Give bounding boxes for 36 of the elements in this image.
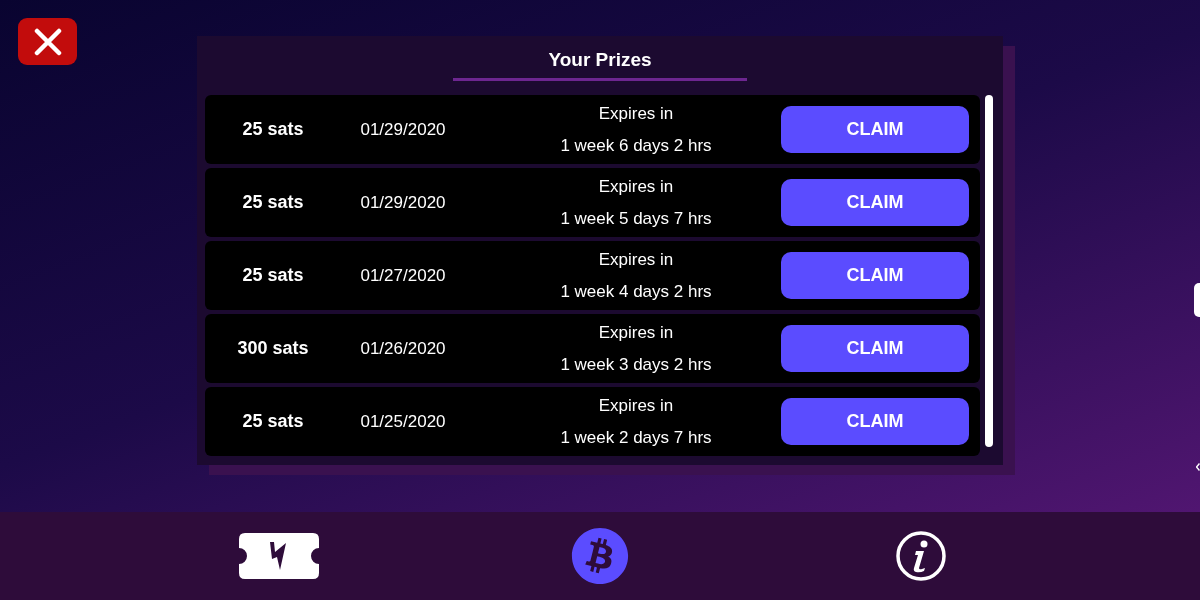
- expires-label: Expires in: [598, 102, 674, 125]
- expires-time: 1 week 3 days 2 hrs: [560, 353, 712, 376]
- chevron-left-icon[interactable]: [1196, 463, 1200, 471]
- expires-label: Expires in: [598, 321, 674, 344]
- close-icon: [33, 27, 62, 56]
- claim-button[interactable]: CLAIM: [781, 325, 969, 372]
- panel-title: Your Prizes: [548, 48, 652, 72]
- expires-time: 1 week 2 days 7 hrs: [560, 426, 712, 449]
- expires-time: 1 week 4 days 2 hrs: [560, 280, 712, 303]
- prize-amount: 25 sats: [242, 191, 304, 214]
- scrollbar-thumb[interactable]: [985, 95, 993, 447]
- prize-date: 01/29/2020: [360, 191, 446, 214]
- prize-amount: 25 sats: [242, 410, 304, 433]
- info-icon: [896, 531, 946, 581]
- prize-date: 01/26/2020: [360, 337, 446, 360]
- expires-time: 1 week 5 days 7 hrs: [560, 207, 712, 230]
- claim-button[interactable]: CLAIM: [781, 252, 969, 299]
- claim-button[interactable]: CLAIM: [781, 179, 969, 226]
- prize-date: 01/25/2020: [360, 410, 446, 433]
- prize-date: 01/27/2020: [360, 264, 446, 287]
- expires-label: Expires in: [598, 175, 674, 198]
- bitcoin-icon: [571, 527, 629, 585]
- claim-button[interactable]: CLAIM: [781, 106, 969, 153]
- info-nav-button[interactable]: [894, 529, 948, 583]
- ticket-nav-button[interactable]: [237, 531, 321, 581]
- prize-date: 01/29/2020: [360, 118, 446, 141]
- close-button[interactable]: [18, 18, 77, 65]
- prize-amount: 25 sats: [242, 264, 304, 287]
- expires-label: Expires in: [598, 394, 674, 417]
- ticket-icon: [239, 533, 319, 579]
- expires-label: Expires in: [598, 248, 674, 271]
- prize-amount: 25 sats: [242, 118, 304, 141]
- expires-time: 1 week 6 days 2 hrs: [560, 134, 712, 157]
- prize-amount: 300 sats: [237, 337, 309, 360]
- claim-button[interactable]: CLAIM: [781, 398, 969, 445]
- bitcoin-nav-button[interactable]: [569, 525, 631, 587]
